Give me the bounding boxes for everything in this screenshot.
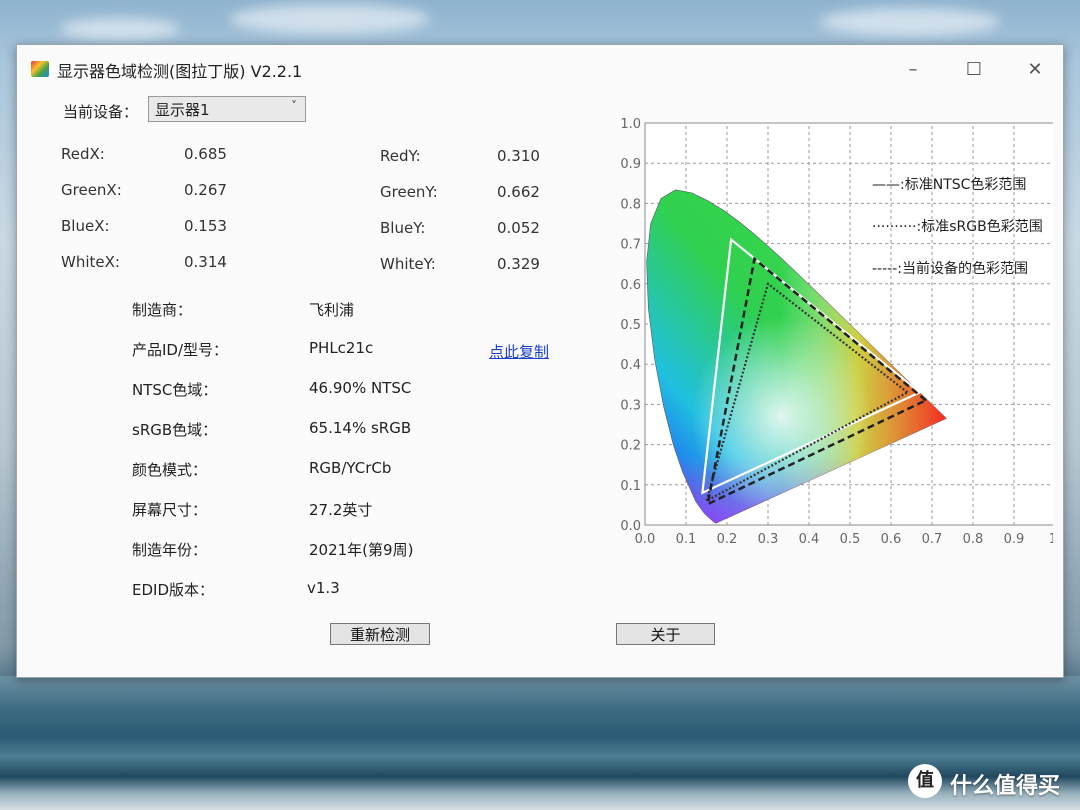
x-tick-label: 0.2 [717,532,738,547]
y-tick-label: 0.3 [620,398,641,413]
y-tick-label: 0.6 [620,278,641,293]
color-mode-value: RGB/YCrCb [309,459,392,477]
chromaticity-chart: 0.0 0.1 0.2 0.3 0.4 0.5 0.6 0.7 0.8 0.9 1. 0.0 0.1 0.… [620,117,1053,547]
maximize-button[interactable]: ☐ [954,55,994,85]
minimize-button[interactable]: – [893,55,933,85]
y-tick-label: 0.7 [620,238,641,253]
device-select-value: 显示器1 [155,101,210,119]
srgb-value: 65.14% sRGB [309,419,412,437]
blue-y-label: BlueY: [380,219,426,237]
legend-entry-2: ··········:标准sRGB色彩范围 [872,218,1043,235]
x-tick-label: 0.6 [881,532,902,547]
x-tick-label: 0.8 [963,532,984,547]
ntsc-value: 46.90% NTSC [309,379,412,397]
product-label: 产品ID/型号： [132,341,229,359]
white-y-label: WhiteY: [380,255,436,273]
x-tick-label: 0.9 [1004,532,1025,547]
window-title: 显示器色域检测(图拉丁版) V2.2.1 [57,62,303,81]
y-tick-label: 0.0 [620,519,641,534]
y-tick-label: 0.4 [620,358,641,373]
blue-x-value: 0.153 [184,217,227,235]
green-x-value: 0.267 [184,181,227,199]
x-tick-label: 1. [1049,532,1053,547]
product-value: PHLc21c [309,339,374,357]
chevron-down-icon: ˅ [291,99,297,113]
red-x-label: RedX: [61,145,105,163]
manufacturer-value: 飞利浦 [309,301,355,319]
color-mode-label: 颜色模式： [132,461,208,479]
app-icon [31,61,49,77]
blue-x-label: BlueX: [61,217,110,235]
copy-link[interactable]: 点此复制 [489,341,549,362]
red-y-value: 0.310 [497,147,540,165]
x-tick-label: 0.1 [676,532,697,547]
white-y-value: 0.329 [497,255,540,273]
watermark-logo-text: 值 [916,770,934,791]
chart-legend: ——:标准NTSC色彩范围 ··········:标准sRGB色彩范围 -----:… [872,176,1043,277]
srgb-label: sRGB色域： [132,421,218,439]
about-button[interactable]: 关于 [616,623,715,645]
x-tick-label: 0.0 [635,532,656,547]
year-value: 2021年(第9周) [309,541,414,559]
cloud [820,8,1000,36]
device-label: 当前设备： [63,103,139,121]
x-tick-label: 0.5 [840,532,861,547]
year-label: 制造年份： [132,541,208,559]
green-x-label: GreenX: [61,181,122,199]
manufacturer-label: 制造商： [132,301,193,319]
screen-size-value: 27.2英寸 [309,501,373,519]
y-tick-label: 0.5 [620,318,641,333]
x-tick-label: 0.7 [922,532,943,547]
y-tick-label: 0.8 [620,197,641,212]
watermark-logo: 值 [908,764,942,798]
app-window: 显示器色域检测(图拉丁版) V2.2.1 – ☐ ✕ 当前设备： 显示器1 ˅ … [16,44,1064,678]
cloud [60,18,180,40]
white-x-label: WhiteX: [61,253,120,271]
y-tick-label: 0.2 [620,439,641,454]
cloud [230,4,430,34]
watermark-text: 什么值得买 [950,774,1061,799]
green-y-label: GreenY: [380,183,438,201]
close-button[interactable]: ✕ [1015,55,1055,85]
title-bar[interactable]: 显示器色域检测(图拉丁版) V2.2.1 – ☐ ✕ [17,45,1063,93]
white-x-value: 0.314 [184,253,227,271]
y-tick-label: 0.1 [620,479,641,494]
x-tick-label: 0.3 [758,532,779,547]
x-tick-label: 0.4 [799,532,820,547]
y-tick-label: 0.9 [620,157,641,172]
legend-entry-3: -----:当前设备的色彩范围 [872,260,1028,277]
redetect-button[interactable]: 重新检测 [330,623,430,645]
blue-y-value: 0.052 [497,219,540,237]
legend-entry-1: ——:标准NTSC色彩范围 [872,176,1026,193]
edid-label: EDID版本： [132,581,215,599]
red-y-label: RedY: [380,147,421,165]
red-x-value: 0.685 [184,145,227,163]
device-select[interactable]: 显示器1 ˅ [148,96,306,122]
screen-size-label: 屏幕尺寸： [132,501,208,519]
edid-value: v1.3 [307,579,340,597]
green-y-value: 0.662 [497,183,540,201]
ntsc-label: NTSC色域： [132,381,218,399]
y-tick-label: 1.0 [620,117,641,132]
